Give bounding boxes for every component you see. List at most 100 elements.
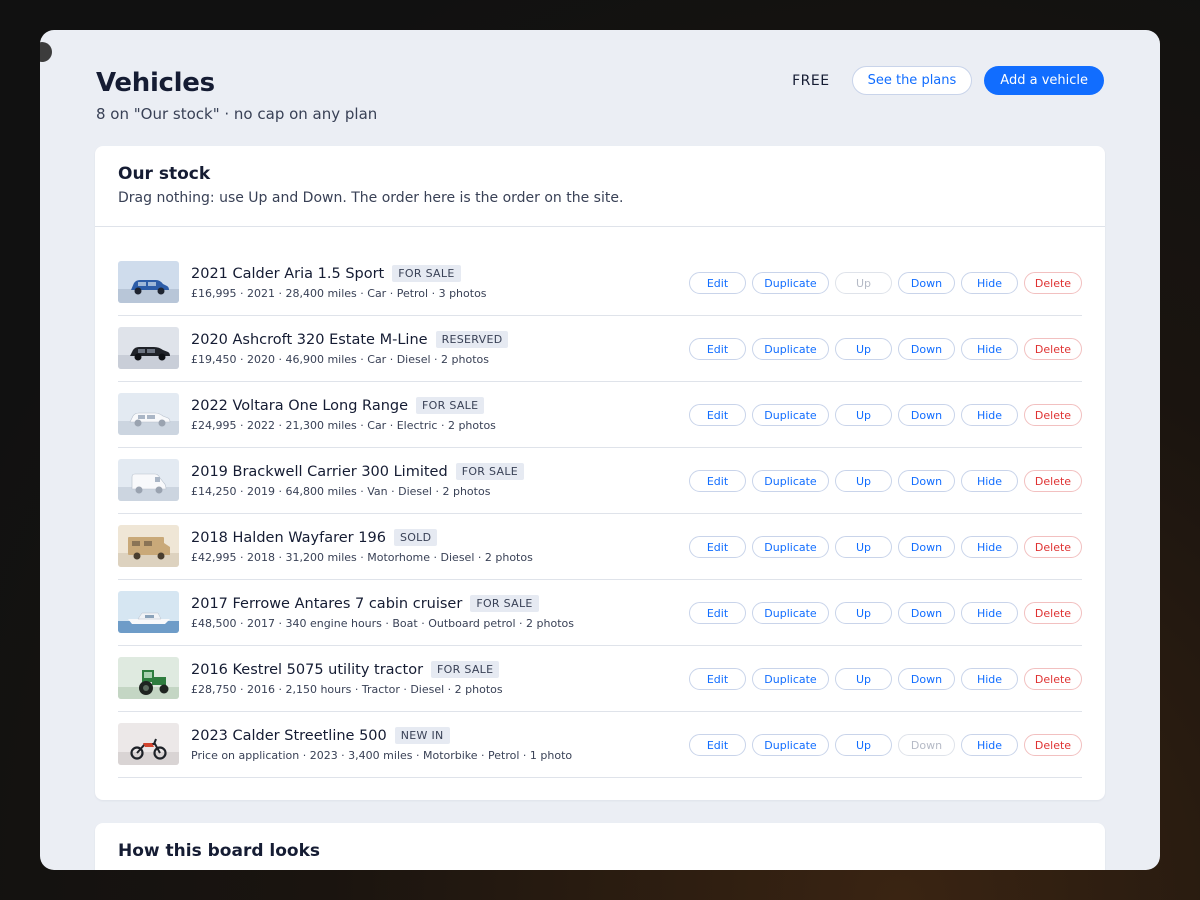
vehicle-thumbnail (118, 459, 179, 501)
edit-button[interactable]: Edit (689, 734, 746, 756)
hide-button[interactable]: Hide (961, 602, 1018, 624)
duplicate-button[interactable]: Duplicate (752, 338, 829, 360)
hide-button[interactable]: Hide (961, 734, 1018, 756)
edit-button[interactable]: Edit (689, 602, 746, 624)
vehicle-title-line: 2021 Calder Aria 1.5 Sport FOR SALE (191, 265, 487, 282)
vehicle-thumbnail (118, 261, 179, 303)
vehicle-row: 2020 Ashcroft 320 Estate M-Line RESERVED £… (118, 316, 1082, 382)
edit-button[interactable]: Edit (689, 668, 746, 690)
status-badge: FOR SALE (470, 595, 539, 612)
duplicate-button[interactable]: Duplicate (752, 668, 829, 690)
delete-button[interactable]: Delete (1024, 470, 1082, 492)
delete-button[interactable]: Delete (1024, 404, 1082, 426)
move-down-button[interactable]: Down (898, 536, 955, 558)
move-up-button[interactable]: Up (835, 272, 892, 294)
preview-card: How this board looks (95, 823, 1105, 870)
window-corner-dot (40, 42, 52, 62)
vehicle-title-line: 2016 Kestrel 5075 utility tractor FOR SAL… (191, 661, 503, 678)
duplicate-button[interactable]: Duplicate (752, 536, 829, 558)
edit-button[interactable]: Edit (689, 470, 746, 492)
vehicle-title: 2017 Ferrowe Antares 7 cabin cruiser (191, 595, 463, 612)
vehicle-actions: Edit Duplicate Up Down Hide Delete (689, 338, 1082, 360)
move-up-button[interactable]: Up (835, 470, 892, 492)
delete-button[interactable]: Delete (1024, 602, 1082, 624)
vehicle-actions: Edit Duplicate Up Down Hide Delete (689, 470, 1082, 492)
stock-card: Our stock Drag nothing: use Up and Down.… (95, 146, 1105, 800)
vehicle-list: 2021 Calder Aria 1.5 Sport FOR SALE £16,99… (118, 250, 1082, 778)
edit-button[interactable]: Edit (689, 404, 746, 426)
vehicle-thumbnail (118, 591, 179, 633)
vehicle-title-line: 2017 Ferrowe Antares 7 cabin cruiser FOR … (191, 595, 574, 612)
page-subtitle: 8 on "Our stock" · no cap on any plan (96, 105, 378, 123)
move-down-button[interactable]: Down (898, 734, 955, 756)
vehicle-actions: Edit Duplicate Up Down Hide Delete (689, 536, 1082, 558)
add-vehicle-button[interactable]: Add a vehicle (984, 66, 1104, 95)
vehicle-thumbnail (118, 525, 179, 567)
vehicle-row: 2019 Brackwell Carrier 300 Limited FOR SA… (118, 448, 1082, 514)
vehicle-meta: £14,250 · 2019 · 64,800 miles · Van · Di… (191, 485, 491, 498)
vehicle-info: 2018 Halden Wayfarer 196 SOLD £42,995 · 20… (191, 529, 533, 564)
vehicle-meta: Price on application · 2023 · 3,400 mile… (191, 749, 573, 762)
move-down-button[interactable]: Down (898, 272, 955, 294)
preview-title: How this board looks (118, 841, 321, 861)
duplicate-button[interactable]: Duplicate (752, 272, 829, 294)
vehicle-meta: £28,750 · 2016 · 2,150 hours · Tractor ·… (191, 683, 503, 696)
vehicle-info: 2023 Calder Streetline 500 NEW IN Price on… (191, 727, 572, 762)
vehicle-row: 2021 Calder Aria 1.5 Sport FOR SALE £16,99… (118, 250, 1082, 316)
vehicle-actions: Edit Duplicate Up Down Hide Delete (689, 272, 1082, 294)
hide-button[interactable]: Hide (961, 338, 1018, 360)
move-up-button[interactable]: Up (835, 404, 892, 426)
delete-button[interactable]: Delete (1024, 536, 1082, 558)
duplicate-button[interactable]: Duplicate (752, 470, 829, 492)
vehicle-actions: Edit Duplicate Up Down Hide Delete (689, 404, 1082, 426)
vehicle-title: 2022 Voltara One Long Range (191, 397, 409, 414)
vehicle-row: 2017 Ferrowe Antares 7 cabin cruiser FOR … (118, 580, 1082, 646)
hide-button[interactable]: Hide (961, 470, 1018, 492)
status-badge: RESERVED (435, 331, 509, 348)
delete-button[interactable]: Delete (1024, 338, 1082, 360)
delete-button[interactable]: Delete (1024, 734, 1082, 756)
move-down-button[interactable]: Down (898, 338, 955, 360)
edit-button[interactable]: Edit (689, 338, 746, 360)
duplicate-button[interactable]: Duplicate (752, 734, 829, 756)
vehicle-info: 2016 Kestrel 5075 utility tractor FOR SAL… (191, 661, 503, 696)
vehicle-title: 2023 Calder Streetline 500 (191, 727, 387, 744)
move-down-button[interactable]: Down (898, 470, 955, 492)
delete-button[interactable]: Delete (1024, 668, 1082, 690)
delete-button[interactable]: Delete (1024, 272, 1082, 294)
vehicle-thumbnail (118, 723, 179, 765)
hide-button[interactable]: Hide (961, 272, 1018, 294)
edit-button[interactable]: Edit (689, 272, 746, 294)
status-badge: NEW IN (394, 727, 450, 744)
stock-card-header: Our stock Drag nothing: use Up and Down.… (95, 146, 1105, 227)
move-down-button[interactable]: Down (898, 404, 955, 426)
see-plans-button[interactable]: See the plans (851, 66, 973, 95)
status-badge: FOR SALE (455, 463, 525, 480)
vehicle-title-line: 2023 Calder Streetline 500 NEW IN (191, 727, 572, 744)
move-up-button[interactable]: Up (835, 536, 892, 558)
move-down-button[interactable]: Down (898, 602, 955, 624)
vehicle-row: 2023 Calder Streetline 500 NEW IN Price on… (118, 712, 1082, 778)
move-up-button[interactable]: Up (835, 668, 892, 690)
vehicle-info: 2022 Voltara One Long Range FOR SALE £24,9… (191, 397, 496, 432)
vehicle-title-line: 2019 Brackwell Carrier 300 Limited FOR SA… (191, 463, 525, 480)
vehicle-meta: £19,450 · 2020 · 46,900 miles · Car · Di… (191, 353, 489, 366)
move-up-button[interactable]: Up (835, 734, 892, 756)
move-up-button[interactable]: Up (835, 338, 892, 360)
vehicle-row: 2018 Halden Wayfarer 196 SOLD £42,995 · 20… (118, 514, 1082, 580)
vehicle-title-line: 2022 Voltara One Long Range FOR SALE (191, 397, 496, 414)
move-up-button[interactable]: Up (835, 602, 892, 624)
vehicle-actions: Edit Duplicate Up Down Hide Delete (689, 668, 1082, 690)
duplicate-button[interactable]: Duplicate (752, 404, 829, 426)
vehicle-row: 2022 Voltara One Long Range FOR SALE £24,9… (118, 382, 1082, 448)
vehicle-title: 2020 Ashcroft 320 Estate M-Line (191, 331, 428, 348)
duplicate-button[interactable]: Duplicate (752, 602, 829, 624)
status-badge: FOR SALE (392, 265, 461, 282)
vehicle-meta: £42,995 · 2018 · 31,200 miles · Motorhom… (191, 551, 533, 564)
vehicle-meta: £48,500 · 2017 · 340 engine hours · Boat… (191, 617, 574, 630)
hide-button[interactable]: Hide (961, 404, 1018, 426)
move-down-button[interactable]: Down (898, 668, 955, 690)
hide-button[interactable]: Hide (961, 536, 1018, 558)
hide-button[interactable]: Hide (961, 668, 1018, 690)
edit-button[interactable]: Edit (689, 536, 746, 558)
